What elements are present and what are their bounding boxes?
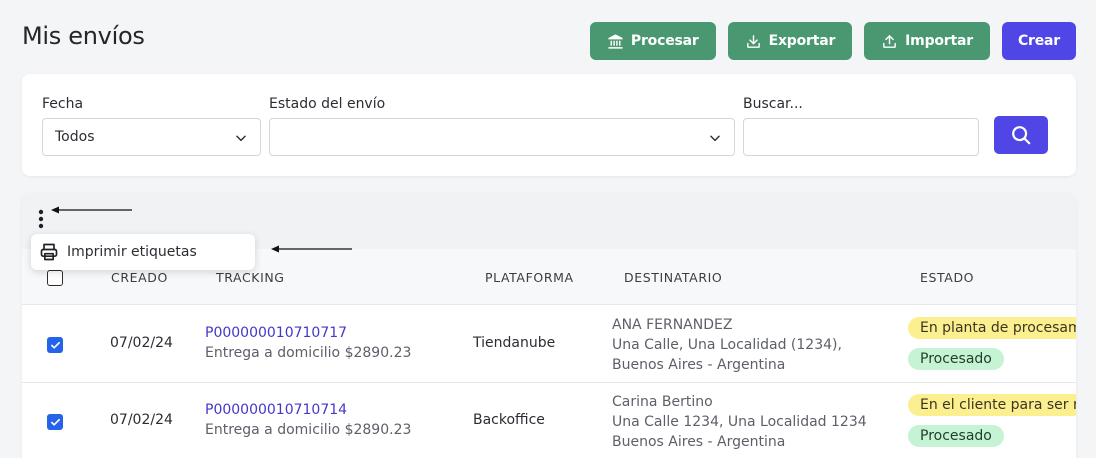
procesar-label: Procesar (630, 33, 699, 49)
crear-label: Crear (1017, 33, 1060, 49)
exportar-label: Exportar (768, 33, 836, 49)
row-creado: 07/02/24 (110, 335, 173, 351)
exportar-button[interactable]: Exportar (727, 22, 853, 60)
bank-icon (608, 33, 623, 49)
arrow-annotation (271, 245, 352, 253)
download-icon (746, 34, 760, 48)
dest-name: Carina Bertino (612, 394, 713, 410)
importar-label: Importar (905, 33, 973, 49)
tracking-link[interactable]: P000000010710714 (205, 402, 411, 418)
filter-card: Fecha Todos Estado del envío Buscar... (22, 74, 1076, 176)
dest-addr2: Buenos Aires - Argentina (612, 434, 786, 450)
buscar-input[interactable] (743, 118, 979, 156)
dest-addr2: Buenos Aires - Argentina (612, 357, 786, 373)
dest-addr1: Una Calle, Una Localidad (1234), (612, 337, 842, 353)
row-plataforma: Tiendanube (473, 335, 556, 351)
column-estado: ESTADO (920, 270, 975, 285)
fecha-value: Todos (55, 129, 95, 145)
procesar-button[interactable]: Procesar (589, 22, 716, 60)
status-badge: En el cliente para ser retirado (908, 394, 1076, 416)
status-badge: Procesado (908, 348, 1004, 370)
row-plataforma: Backoffice (473, 412, 545, 428)
column-creado: CREADO (111, 270, 168, 285)
imprimir-etiquetas-menu-item[interactable]: Imprimir etiquetas (31, 234, 255, 270)
row-checkbox[interactable] (47, 414, 63, 430)
status-badge: En planta de procesamiento (908, 317, 1076, 339)
table-row[interactable]: 07/02/24 P000000010710717 Entrega a domi… (22, 306, 1076, 383)
imprimir-label: Imprimir etiquetas (67, 244, 197, 260)
row-tracking-cell: P000000010710717 Entrega a domicilio $28… (205, 325, 411, 363)
arrow-annotation (51, 206, 132, 214)
estado-label: Estado del envío (269, 96, 386, 112)
check-icon (50, 341, 60, 349)
tracking-link[interactable]: P000000010710717 (205, 325, 411, 341)
dest-name: ANA FERNANDEZ (612, 317, 733, 333)
upload-icon (883, 34, 897, 48)
dest-addr1: Una Calle 1234, Una Localidad 1234 (612, 414, 867, 430)
table-row[interactable]: 07/02/24 P000000010710714 Entrega a domi… (22, 383, 1076, 458)
row-destinatario: ANA FERNANDEZ Una Calle, Una Localidad (… (612, 315, 842, 375)
buscar-label: Buscar... (743, 96, 803, 112)
row-entrega: Entrega a domicilio $2890.23 (205, 422, 412, 438)
fecha-select[interactable]: Todos (42, 118, 261, 156)
check-icon (50, 418, 60, 426)
select-all-checkbox[interactable] (47, 270, 63, 286)
search-icon (1012, 126, 1031, 145)
page-title: Mis envíos (22, 22, 145, 50)
crear-button[interactable]: Crear (1001, 22, 1076, 60)
importar-button[interactable]: Importar (864, 22, 990, 60)
row-checkbox[interactable] (47, 337, 63, 353)
search-button[interactable] (994, 116, 1048, 154)
estado-select[interactable] (269, 118, 735, 156)
printer-icon (40, 243, 58, 261)
more-vertical-icon[interactable] (36, 209, 46, 229)
shipments-table: CREADO TRACKING PLATAFORMA DESTINATARIO … (22, 193, 1076, 458)
chevron-down-icon (236, 135, 246, 142)
fecha-label: Fecha (42, 96, 84, 112)
column-plataforma: PLATAFORMA (485, 270, 574, 285)
row-destinatario: Carina Bertino Una Calle 1234, Una Local… (612, 392, 867, 452)
chevron-down-icon (710, 135, 720, 142)
row-entrega: Entrega a domicilio $2890.23 (205, 345, 412, 361)
column-tracking: TRACKING (216, 270, 285, 285)
column-destinatario: DESTINATARIO (624, 270, 723, 285)
header-actions: Procesar Exportar Importar Crear (589, 22, 1076, 60)
row-creado: 07/02/24 (110, 412, 173, 428)
row-tracking-cell: P000000010710714 Entrega a domicilio $28… (205, 402, 411, 440)
status-badge: Procesado (908, 425, 1004, 447)
